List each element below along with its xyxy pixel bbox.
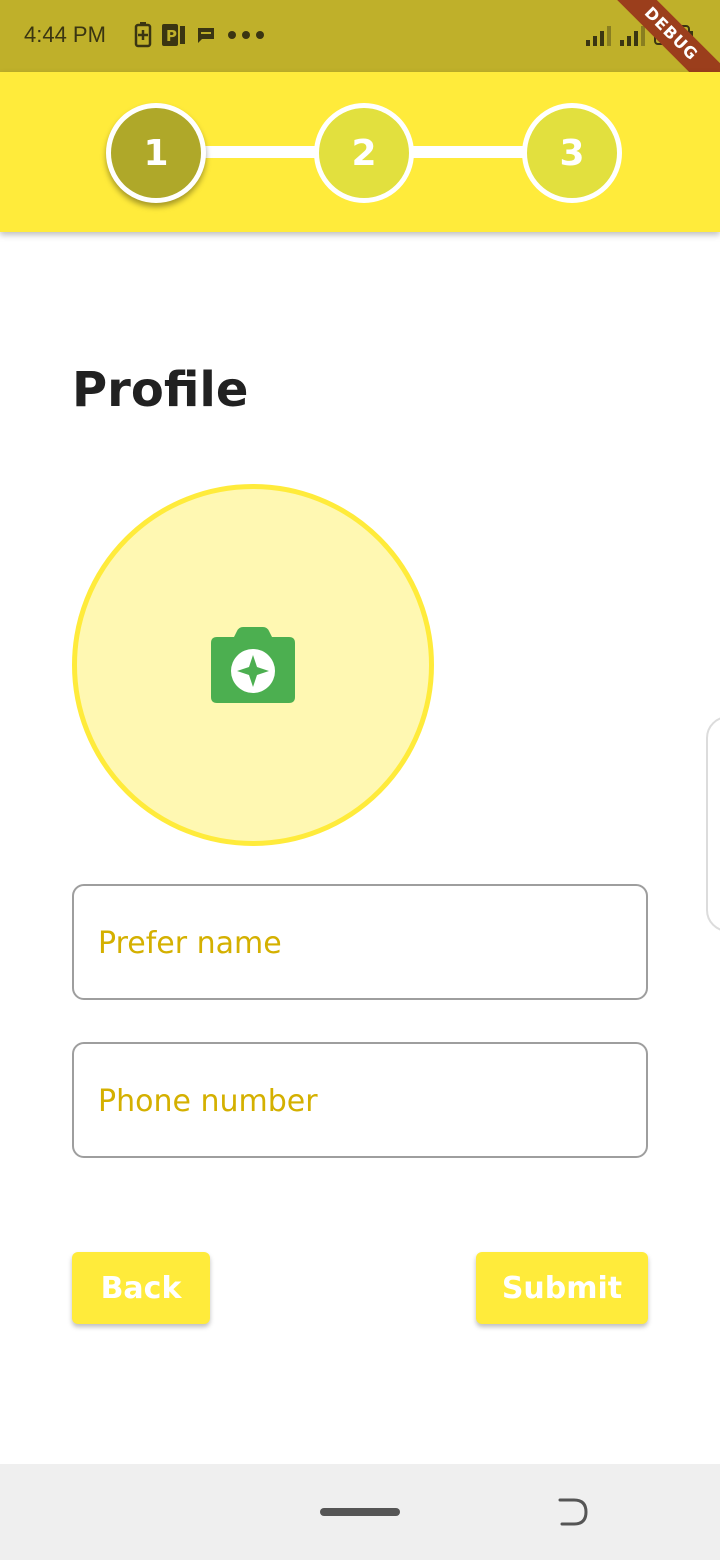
system-nav-bar <box>0 1464 720 1560</box>
status-time: 4:44 PM <box>24 22 106 47</box>
prefer-name-input[interactable] <box>96 886 620 1000</box>
add-photo-camera-icon <box>211 627 295 703</box>
parking-app-icon: P <box>162 24 185 46</box>
stepper: 1 2 3 <box>0 72 720 232</box>
step-label: 1 <box>143 132 169 174</box>
phone-number-input[interactable] <box>96 1044 620 1158</box>
status-bar: 4:44 PM P DEBUG <box>0 0 720 112</box>
signal-icon <box>620 26 645 46</box>
prefer-name-field <box>72 884 648 1000</box>
phone-number-field <box>72 1042 648 1158</box>
message-icon <box>198 28 214 43</box>
step-3[interactable]: 3 <box>522 103 622 203</box>
back-button[interactable]: Back <box>72 1252 210 1324</box>
step-label: 2 <box>351 132 377 174</box>
status-icons-left: P <box>134 22 266 48</box>
page-title: Profile <box>72 362 249 418</box>
signal-icon <box>586 26 611 46</box>
home-gesture-pill[interactable] <box>320 1508 400 1516</box>
step-1[interactable]: 1 <box>106 103 206 203</box>
avatar-picker[interactable] <box>72 484 434 846</box>
step-2[interactable]: 2 <box>314 103 414 203</box>
battery-saver-icon <box>134 22 152 48</box>
more-dots-icon <box>228 31 264 39</box>
step-connector <box>196 146 320 158</box>
back-gesture-icon[interactable] <box>556 1494 590 1528</box>
step-label: 3 <box>559 132 585 174</box>
svg-text:P: P <box>166 27 177 45</box>
side-panel-handle[interactable] <box>706 716 720 932</box>
step-connector <box>404 146 528 158</box>
submit-button[interactable]: Submit <box>476 1252 648 1324</box>
